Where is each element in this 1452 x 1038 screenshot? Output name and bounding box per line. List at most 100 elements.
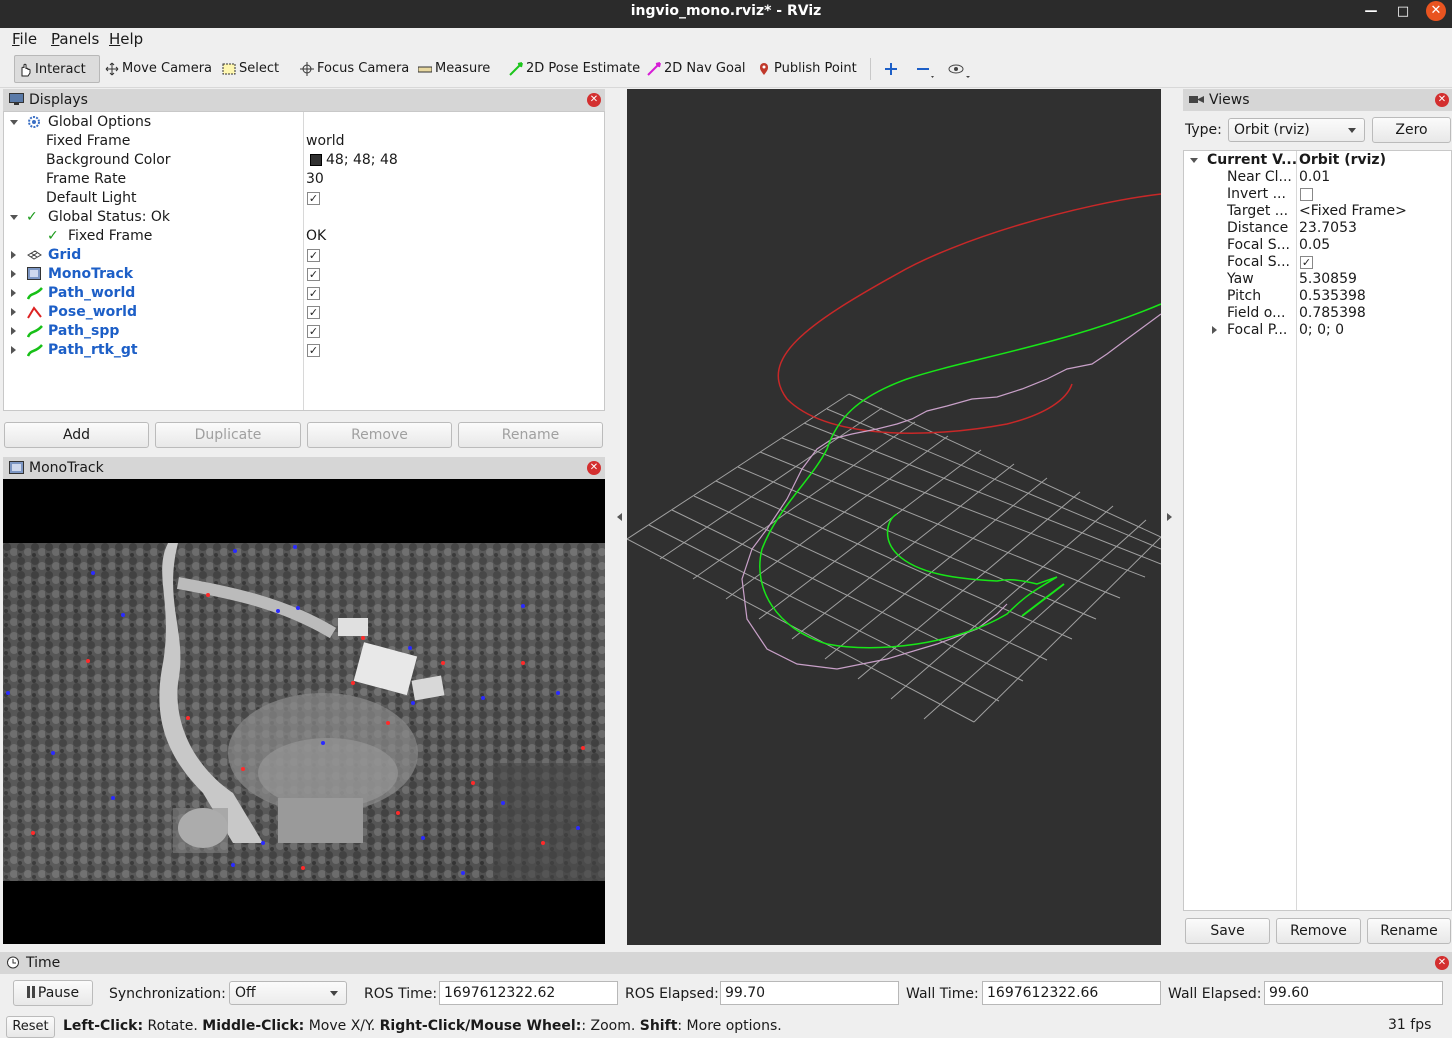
publish-point-tool-button[interactable]: Publish Point	[754, 55, 857, 83]
expand-arrow-icon[interactable]	[11, 251, 16, 259]
display-enabled-checkbox[interactable]: ✓	[307, 306, 320, 319]
measure-tool-button[interactable]: Measure	[415, 55, 490, 83]
reset-button[interactable]: Reset	[6, 1016, 55, 1038]
minimize-icon[interactable]: —	[1360, 2, 1382, 22]
menu-file[interactable]: File	[12, 30, 37, 48]
add-tool-icon[interactable]	[884, 62, 898, 76]
map-pin-icon	[760, 63, 768, 75]
status-fixed-frame-row[interactable]: ✓ Fixed Frame OK	[4, 227, 604, 246]
expand-arrow-icon[interactable]	[11, 346, 16, 354]
remove-display-button[interactable]: Remove	[307, 422, 452, 448]
save-view-button[interactable]: Save	[1185, 918, 1270, 944]
ros-elapsed-field[interactable]: 99.70	[720, 981, 899, 1005]
display-enabled-checkbox[interactable]: ✓	[307, 325, 320, 338]
focal-shape-checkbox[interactable]: ✓	[1300, 256, 1313, 269]
chevron-down-icon	[330, 991, 338, 996]
display-item-label: Path_world	[48, 285, 136, 301]
pause-button[interactable]: Pause	[13, 980, 93, 1006]
3d-scene	[626, 193, 1162, 723]
display-item-grid[interactable]: Grid ✓	[4, 246, 604, 265]
select-tool-button[interactable]: Select	[219, 55, 279, 83]
rename-display-button[interactable]: Rename	[458, 422, 603, 448]
display-item-path-world[interactable]: Path_world ✓	[4, 284, 604, 303]
menu-help[interactable]: Help	[109, 30, 143, 48]
display-item-path-spp[interactable]: Path_spp ✓	[4, 322, 604, 341]
display-item-path-rtk-gt[interactable]: Path_rtk_gt ✓	[4, 341, 604, 360]
expand-arrow-icon[interactable]	[11, 327, 16, 335]
ruler-icon	[418, 66, 432, 73]
interact-label: Interact	[35, 62, 86, 77]
displays-panel-header: Displays ✕	[3, 89, 605, 111]
view-prop-row[interactable]: Focal P... 0; 0; 0	[1184, 321, 1451, 340]
display-item-label: Path_rtk_gt	[48, 342, 138, 358]
background-color-value[interactable]: 48; 48; 48	[326, 151, 398, 170]
display-item-pose-world[interactable]: Pose_world ✓	[4, 303, 604, 322]
close-time-icon[interactable]: ✕	[1435, 956, 1449, 970]
global-status-row[interactable]: ✓ Global Status: Ok	[4, 208, 604, 227]
close-monotrack-icon[interactable]: ✕	[587, 461, 601, 475]
default-light-checkbox[interactable]: ✓	[307, 192, 320, 205]
view-type-select[interactable]: Orbit (rviz)	[1228, 118, 1365, 142]
focus-camera-tool-button[interactable]: Focus Camera	[297, 55, 409, 83]
remove-tool-icon[interactable]	[916, 62, 936, 80]
collapse-right-arrow-icon[interactable]	[1167, 513, 1172, 521]
zero-button[interactable]: Zero	[1372, 117, 1451, 143]
wall-elapsed-label: Wall Elapsed:	[1168, 986, 1262, 1002]
close-window-icon[interactable]: ✕	[1426, 1, 1446, 21]
monotrack-image-view[interactable]	[3, 479, 605, 944]
pose-estimate-tool-button[interactable]: 2D Pose Estimate	[506, 55, 640, 83]
duplicate-display-button[interactable]: Duplicate	[155, 422, 301, 448]
view-prop-value[interactable]: 0; 0; 0	[1299, 321, 1344, 340]
display-enabled-checkbox[interactable]: ✓	[307, 344, 320, 357]
nav-goal-tool-button[interactable]: 2D Nav Goal	[644, 55, 746, 83]
wall-time-field[interactable]: 1697612322.66	[982, 981, 1161, 1005]
image-icon	[9, 461, 24, 474]
maximize-icon[interactable]: □	[1392, 2, 1414, 22]
window-titlebar: ingvio_mono.rviz* - RViz — □ ✕	[0, 0, 1452, 28]
collapse-arrow-icon[interactable]	[10, 215, 18, 220]
collapse-left-arrow-icon[interactable]	[617, 513, 622, 521]
close-displays-icon[interactable]: ✕	[587, 93, 601, 107]
ros-time-field[interactable]: 1697612322.62	[439, 981, 618, 1005]
sync-select[interactable]: Off	[229, 981, 347, 1005]
view-type-label: Type:	[1185, 122, 1222, 138]
display-enabled-checkbox[interactable]: ✓	[307, 268, 320, 281]
expand-arrow-icon[interactable]	[1212, 326, 1217, 334]
add-display-button[interactable]: Add	[4, 422, 149, 448]
wall-time-label: Wall Time:	[906, 986, 979, 1002]
display-enabled-checkbox[interactable]: ✓	[307, 287, 320, 300]
move-camera-tool-button[interactable]: Move Camera	[102, 55, 212, 83]
green-arrow-icon	[509, 62, 523, 76]
expand-arrow-icon[interactable]	[11, 270, 16, 278]
fixed-frame-row[interactable]: Fixed Frame world	[4, 132, 604, 151]
focus-camera-label: Focus Camera	[317, 61, 410, 76]
collapse-arrow-icon[interactable]	[10, 120, 18, 125]
eye-icon[interactable]	[948, 62, 972, 80]
global-options-row[interactable]: Global Options	[4, 113, 604, 132]
remove-view-button[interactable]: Remove	[1276, 918, 1361, 944]
color-swatch[interactable]	[310, 154, 322, 166]
interact-tool-button[interactable]: Interact	[14, 55, 100, 83]
display-item-monotrack[interactable]: MonoTrack ✓	[4, 265, 604, 284]
frame-rate-value[interactable]: 30	[306, 170, 324, 189]
pause-icon	[31, 986, 35, 998]
menu-panels[interactable]: Panels	[51, 30, 99, 48]
background-color-row[interactable]: Background Color 48; 48; 48	[4, 151, 604, 170]
rename-view-button[interactable]: Rename	[1367, 918, 1451, 944]
3d-render-viewport[interactable]	[626, 89, 1162, 945]
wall-elapsed-field[interactable]: 99.60	[1264, 981, 1443, 1005]
tool-toolbar: Interact Move Camera Select Focus Camera…	[0, 50, 1452, 88]
left-splitter[interactable]	[612, 89, 627, 945]
right-splitter[interactable]	[1161, 89, 1183, 945]
display-item-label: Pose_world	[48, 304, 137, 320]
frame-rate-row[interactable]: Frame Rate 30	[4, 170, 604, 189]
default-light-row[interactable]: Default Light ✓	[4, 189, 604, 208]
collapse-arrow-icon[interactable]	[1190, 158, 1198, 163]
close-views-icon[interactable]: ✕	[1435, 93, 1449, 107]
invert-checkbox[interactable]	[1300, 188, 1313, 201]
status-hint: Left-Click: Rotate. Middle-Click: Move X…	[63, 1016, 782, 1036]
expand-arrow-icon[interactable]	[11, 289, 16, 297]
expand-arrow-icon[interactable]	[11, 308, 16, 316]
fixed-frame-value[interactable]: world	[306, 132, 345, 151]
display-enabled-checkbox[interactable]: ✓	[307, 249, 320, 262]
